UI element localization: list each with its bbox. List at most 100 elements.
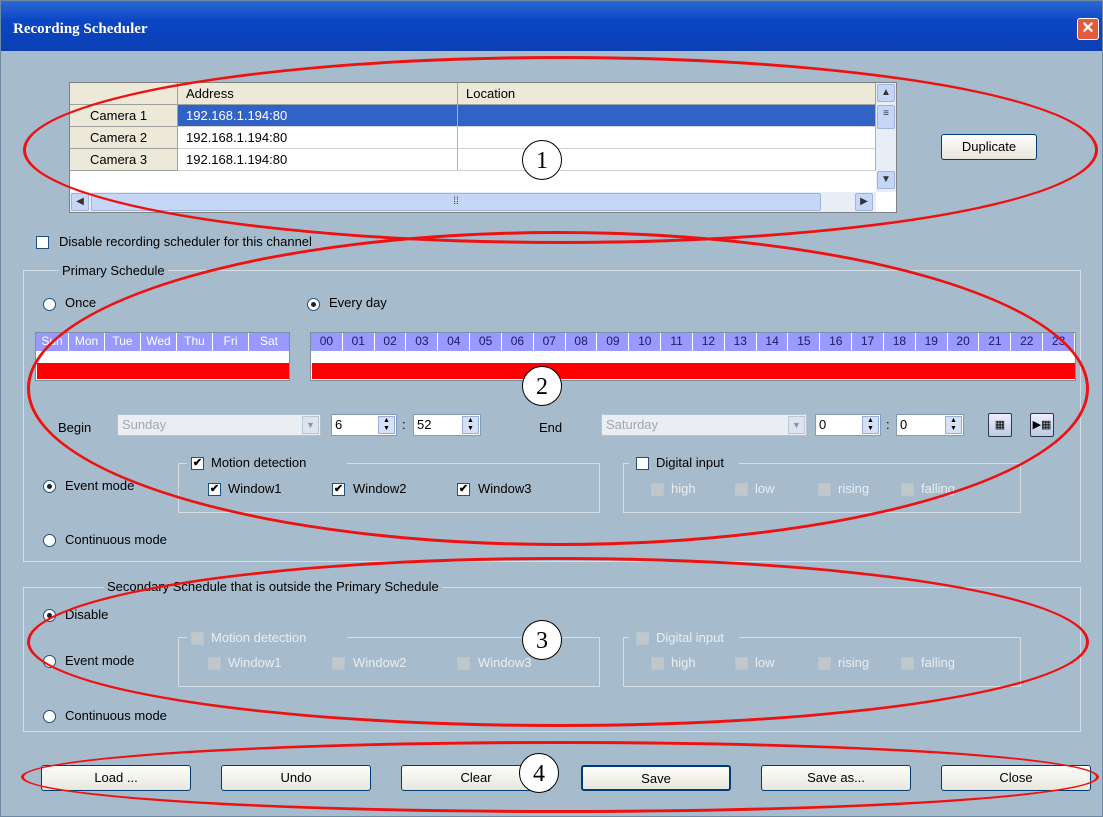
callout-4: 4: [519, 753, 559, 793]
hour-cell-09[interactable]: 09: [598, 333, 630, 351]
cell-address-camera-2[interactable]: 192.168.1.194:80: [178, 127, 458, 149]
end-label: End: [539, 420, 563, 435]
hour-cell-10[interactable]: 10: [629, 333, 662, 351]
duplicate-button[interactable]: Duplicate: [941, 134, 1037, 160]
disable-scheduler-checkbox[interactable]: [36, 236, 49, 249]
day-sat[interactable]: Sat: [249, 333, 289, 351]
cell-location-camera-1[interactable]: [458, 105, 876, 127]
primary-event-mode-radio[interactable]: [43, 480, 56, 493]
secondary-event-mode-radio[interactable]: [43, 655, 56, 668]
scroll-right-icon[interactable]: ▶: [855, 193, 873, 211]
day-wed[interactable]: Wed: [141, 333, 177, 351]
cell-address-camera-3[interactable]: 192.168.1.194:80: [178, 149, 458, 171]
hour-cell-15[interactable]: 15: [789, 333, 821, 351]
hour-cell-17[interactable]: 17: [852, 333, 884, 351]
horizontal-scrollbar[interactable]: ◀ ⁞⁞ ▶: [70, 192, 876, 212]
secondary-low-label: low: [755, 655, 775, 670]
close-icon[interactable]: ✕: [1077, 18, 1099, 40]
save-button[interactable]: Save: [581, 765, 731, 791]
hour-cell-00[interactable]: 00: [311, 333, 343, 351]
row-header-camera-1[interactable]: Camera 1: [70, 105, 178, 127]
hour-cell-18[interactable]: 18: [884, 333, 916, 351]
row-header-camera-2[interactable]: Camera 2: [70, 127, 178, 149]
load-button[interactable]: Load ...: [41, 765, 191, 791]
every-day-radio[interactable]: [307, 298, 320, 311]
primary-digital-label: Digital input: [656, 455, 724, 470]
camera-grid[interactable]: Address Location Camera 1 192.168.1.194:…: [69, 82, 897, 213]
secondary-window3-checkbox: [457, 657, 470, 670]
day-sun[interactable]: Sun: [36, 333, 69, 351]
primary-motion-checkbox[interactable]: ✔: [191, 457, 204, 470]
hour-cell-02[interactable]: 02: [375, 333, 407, 351]
begin-minute-spinner[interactable]: 52 ▲ ▼: [413, 414, 481, 436]
secondary-continuous-radio[interactable]: [43, 710, 56, 723]
close-button[interactable]: Close: [941, 765, 1091, 791]
primary-falling-checkbox: [901, 483, 914, 496]
hour-cell-20[interactable]: 20: [948, 333, 980, 351]
day-fri[interactable]: Fri: [213, 333, 249, 351]
hour-cell-21[interactable]: 21: [980, 333, 1012, 351]
spin-arrows-icon[interactable]: ▲ ▼: [462, 416, 479, 434]
scroll-down-icon[interactable]: ▼: [877, 171, 895, 189]
hour-cell-11[interactable]: 11: [661, 333, 693, 351]
spin-arrows-icon[interactable]: ▲ ▼: [378, 416, 395, 434]
save-as-button[interactable]: Save as...: [761, 765, 911, 791]
primary-continuous-radio[interactable]: [43, 534, 56, 547]
cell-location-camera-3[interactable]: [458, 149, 876, 171]
grid-corner: [70, 83, 178, 105]
end-hour-spinner[interactable]: 0 ▲ ▼: [815, 414, 881, 436]
secondary-high-checkbox: [651, 657, 664, 670]
hour-cell-03[interactable]: 03: [407, 333, 439, 351]
scroll-h-thumb[interactable]: ⁞⁞: [91, 193, 821, 211]
secondary-disable-radio[interactable]: [43, 609, 56, 622]
spin-arrows-icon[interactable]: ▲ ▼: [945, 416, 962, 434]
hour-cell-16[interactable]: 16: [820, 333, 853, 351]
apply-schedule-icon[interactable]: ▶▦: [1030, 413, 1054, 437]
primary-window3-checkbox[interactable]: ✔: [457, 483, 470, 496]
calendar-icon[interactable]: ▦: [988, 413, 1012, 437]
primary-high-label: high: [671, 481, 696, 496]
secondary-motion-label: Motion detection: [211, 630, 307, 645]
day-thu[interactable]: Thu: [177, 333, 213, 351]
primary-window2-label: Window2: [353, 481, 407, 496]
hour-schedule-bar[interactable]: [312, 363, 1075, 379]
hour-cell-22[interactable]: 22: [1011, 333, 1044, 351]
hour-cell-14[interactable]: 14: [757, 333, 789, 351]
hour-cell-19[interactable]: 19: [916, 333, 948, 351]
hour-cell-05[interactable]: 05: [470, 333, 502, 351]
scroll-up-icon[interactable]: ▲: [877, 84, 895, 102]
hour-cell-06[interactable]: 06: [502, 333, 534, 351]
scroll-left-icon[interactable]: ◀: [71, 193, 89, 211]
secondary-falling-label: falling: [921, 655, 955, 670]
vertical-scrollbar[interactable]: ▲ ≡ ▼: [876, 83, 896, 192]
disable-scheduler-label: Disable recording scheduler for this cha…: [59, 234, 312, 249]
cell-location-camera-2[interactable]: [458, 127, 876, 149]
spin-arrows-icon[interactable]: ▲ ▼: [862, 416, 879, 434]
column-header-address[interactable]: Address: [178, 83, 458, 105]
hour-cell-13[interactable]: 13: [725, 333, 757, 351]
day-tue[interactable]: Tue: [105, 333, 141, 351]
every-day-label: Every day: [329, 295, 387, 310]
hour-cell-12[interactable]: 12: [693, 333, 725, 351]
end-minute-spinner[interactable]: 0 ▲ ▼: [896, 414, 964, 436]
day-mon[interactable]: Mon: [69, 333, 105, 351]
hour-cell-01[interactable]: 01: [343, 333, 375, 351]
hour-cell-07[interactable]: 07: [534, 333, 566, 351]
day-schedule-bar[interactable]: [37, 363, 289, 379]
column-header-location[interactable]: Location: [458, 83, 876, 105]
hour-cell-23[interactable]: 23: [1043, 333, 1075, 351]
end-day-select: Saturday ▼: [601, 414, 807, 436]
title-bar[interactable]: Recording Scheduler ✕: [1, 1, 1102, 51]
scroll-thumb[interactable]: ≡: [877, 105, 895, 129]
cell-address-camera-1[interactable]: 192.168.1.194:80: [178, 105, 458, 127]
hour-cell-04[interactable]: 04: [438, 333, 471, 351]
undo-button[interactable]: Undo: [221, 765, 371, 791]
hour-cell-08[interactable]: 08: [566, 333, 598, 351]
primary-window2-checkbox[interactable]: ✔: [332, 483, 345, 496]
primary-window1-checkbox[interactable]: ✔: [208, 483, 221, 496]
primary-digital-checkbox[interactable]: [636, 457, 649, 470]
primary-low-checkbox: [735, 483, 748, 496]
begin-hour-spinner[interactable]: 6 ▲ ▼: [331, 414, 397, 436]
row-header-camera-3[interactable]: Camera 3: [70, 149, 178, 171]
once-radio[interactable]: [43, 298, 56, 311]
